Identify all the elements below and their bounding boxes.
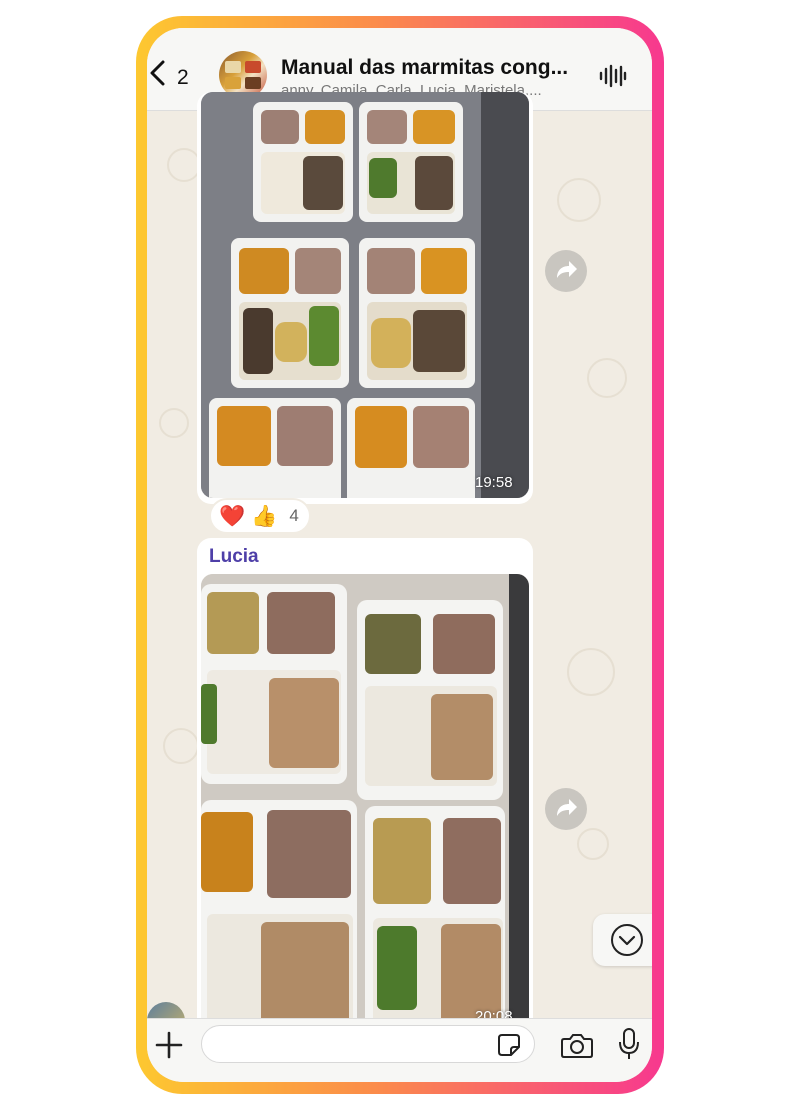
thumbs-up-reaction: 👍	[251, 504, 278, 528]
group-title[interactable]: Manual das marmitas cong...	[281, 56, 568, 80]
message-timestamp: 19:58	[475, 474, 513, 491]
wallpaper-doodle	[167, 148, 201, 182]
reaction-count: 4	[289, 506, 299, 525]
reactions-pill[interactable]: ❤️ 👍 4	[209, 498, 311, 534]
chevron-down-icon	[611, 924, 643, 956]
message-photo[interactable]	[201, 92, 529, 498]
wallpaper-doodle	[587, 358, 627, 398]
waveform-icon[interactable]	[599, 64, 627, 88]
meal-trays-photo	[201, 92, 529, 498]
scroll-to-bottom-button[interactable]	[593, 914, 652, 966]
wallpaper-doodle	[557, 178, 601, 222]
forward-icon	[557, 799, 577, 816]
sender-name[interactable]: Lucia	[209, 546, 259, 568]
forward-icon	[557, 261, 577, 278]
meal-trays-photo	[201, 574, 529, 1034]
forward-button[interactable]	[545, 788, 587, 830]
message-input[interactable]	[201, 1025, 535, 1063]
heart-reaction: ❤️	[219, 504, 246, 528]
forward-button[interactable]	[545, 250, 587, 292]
wallpaper-doodle	[577, 828, 609, 860]
back-icon[interactable]	[149, 60, 167, 86]
plus-icon[interactable]	[155, 1031, 183, 1059]
message-composer	[147, 1018, 652, 1082]
camera-icon[interactable]	[561, 1031, 593, 1059]
mic-icon[interactable]	[617, 1027, 641, 1061]
unread-count[interactable]: 2	[177, 66, 189, 90]
sticker-icon[interactable]	[497, 1033, 521, 1057]
message-photo[interactable]	[201, 574, 529, 1034]
chat-screen: 2 Manual das marmitas cong... anny, Cami…	[147, 28, 652, 1082]
wallpaper-doodle	[159, 408, 189, 438]
wallpaper-doodle	[163, 728, 199, 764]
wallpaper-doodle	[567, 648, 615, 696]
